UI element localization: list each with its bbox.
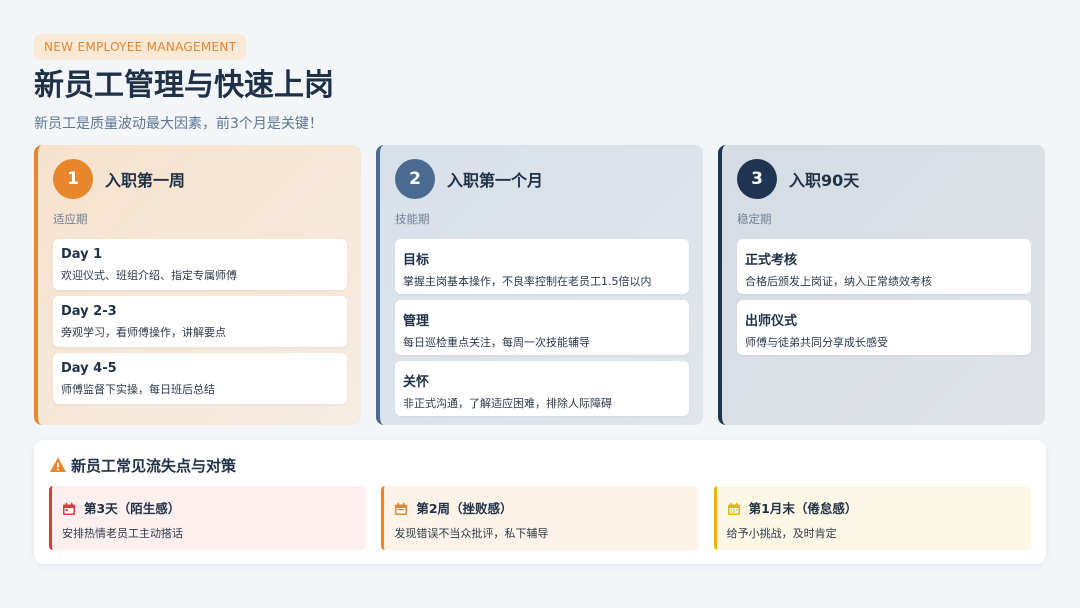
warning-icon [49,456,67,474]
stage-title: 入职第一周 [105,171,186,190]
stage-item: Day 1 欢迎仪式、班组介绍、指定专属师傅 [53,239,347,290]
risk-card-header: 第1月末（倦怠感） [727,498,1021,517]
stage-item-title: Day 1 [61,247,103,262]
stage-item-title: 管理 [403,314,430,329]
stage-item-desc: 旁观学习，看师傅操作，讲解要点 [61,326,226,339]
risk-card-day-three: 第3天（陌生感） 安排热情老员工主动搭话 [49,486,367,550]
stage-item-desc: 欢迎仪式、班组介绍、指定专属师傅 [61,269,237,282]
stage-period: 技能期 [395,212,430,226]
page-title: 新员工管理与快速上岗 [34,68,334,103]
stage-item-desc: 每日巡检重点关注，每周一次技能辅导 [403,336,590,349]
stage-item-title: Day 4-5 [61,361,117,376]
calendar-icon [394,501,408,515]
stage-card-month-one: 2 入职第一个月 技能期 目标 掌握主岗基本操作，不良率控制在老员工1.5倍以内… [376,145,703,425]
stage-card-week-one: 1 入职第一周 适应期 Day 1 欢迎仪式、班组介绍、指定专属师傅 Day 2… [34,145,361,425]
stage-number-badge: 1 [53,159,93,199]
stage-header: 3 入职90天 [737,159,1031,199]
stage-item-desc: 合格后颁发上岗证，纳入正常绩效考核 [745,275,932,288]
stage-card-day-ninety: 3 入职90天 稳定期 正式考核 合格后颁发上岗证，纳入正常绩效考核 出师仪式 … [718,145,1045,425]
stage-title: 入职第一个月 [447,171,544,190]
stage-item-title: 关怀 [403,375,430,390]
stage-item: 目标 掌握主岗基本操作，不良率控制在老员工1.5倍以内 [395,239,689,294]
stage-item-desc: 师傅与徒弟共同分享成长感受 [745,336,888,349]
risk-card-header: 第3天（陌生感） [62,498,356,517]
stage-item: 正式考核 合格后颁发上岗证，纳入正常绩效考核 [737,239,1031,294]
stage-item-list: 目标 掌握主岗基本操作，不良率控制在老员工1.5倍以内 管理 每日巡检重点关注，… [395,239,689,416]
stage-item-list: Day 1 欢迎仪式、班组介绍、指定专属师傅 Day 2-3 旁观学习，看师傅操… [53,239,347,404]
stage-item: 出师仪式 师傅与徒弟共同分享成长感受 [737,300,1031,355]
stage-item-desc: 非正式沟通，了解适应困难，排除人际障碍 [403,397,612,410]
calendar-icon [727,501,741,515]
risk-card-week-two: 第2周（挫败感） 发现错误不当众批评，私下辅导 [381,486,699,550]
stage-number-badge: 2 [395,159,435,199]
stage-item: Day 4-5 师傅监督下实操，每日班后总结 [53,353,347,404]
risk-card-list: 第3天（陌生感） 安排热情老员工主动搭话 第2周（挫败感） 发现错误不当众批评，… [49,486,1031,550]
risk-card-desc: 安排热情老员工主动搭话 [62,527,183,540]
risk-card-month-end: 第1月末（倦怠感） 给予小挑战，及时肯定 [713,486,1031,550]
risk-card-title: 第1月末（倦怠感） [748,501,858,516]
stage-item: 关怀 非正式沟通，了解适应困难，排除人际障碍 [395,361,689,416]
page-subtitle: 新员工是质量波动最大因素，前3个月是关键！ [34,116,323,132]
calendar-icon [62,501,76,515]
stage-item-desc: 掌握主岗基本操作，不良率控制在老员工1.5倍以内 [403,275,652,288]
stage-header: 1 入职第一周 [53,159,347,199]
risk-card-header: 第2周（挫败感） [394,498,688,517]
risk-card-title: 第2周（挫败感） [416,501,513,516]
risk-panel-title: 新员工常见流失点与对策 [71,456,237,475]
stage-item-title: Day 2-3 [61,304,117,319]
risk-card-title: 第3天（陌生感） [84,501,181,516]
stage-item: Day 2-3 旁观学习，看师傅操作，讲解要点 [53,296,347,347]
risk-panel-header: 新员工常见流失点与对策 [49,454,1031,476]
risk-card-desc: 发现错误不当众批评，私下辅导 [394,527,549,540]
stage-title: 入职90天 [789,171,860,190]
stage-number-badge: 3 [737,159,777,199]
stage-period: 适应期 [53,212,88,226]
stage-item-title: 目标 [403,253,430,268]
stage-item-desc: 师傅监督下实操，每日班后总结 [61,383,215,396]
stage-period: 稳定期 [737,212,772,226]
stage-item-title: 出师仪式 [745,314,798,329]
stage-item-title: 正式考核 [745,253,798,268]
risk-card-desc: 给予小挑战，及时肯定 [726,527,837,540]
stage-item-list: 正式考核 合格后颁发上岗证，纳入正常绩效考核 出师仪式 师傅与徒弟共同分享成长感… [737,239,1031,355]
stage-item: 管理 每日巡检重点关注，每周一次技能辅导 [395,300,689,355]
stage-header: 2 入职第一个月 [395,159,689,199]
attrition-risk-panel: 新员工常见流失点与对策 第3天（陌生感） 安排热情老员工主动搭话 第2周（挫败感… [34,440,1046,564]
header-tag: NEW EMPLOYEE MANAGEMENT [34,34,247,60]
